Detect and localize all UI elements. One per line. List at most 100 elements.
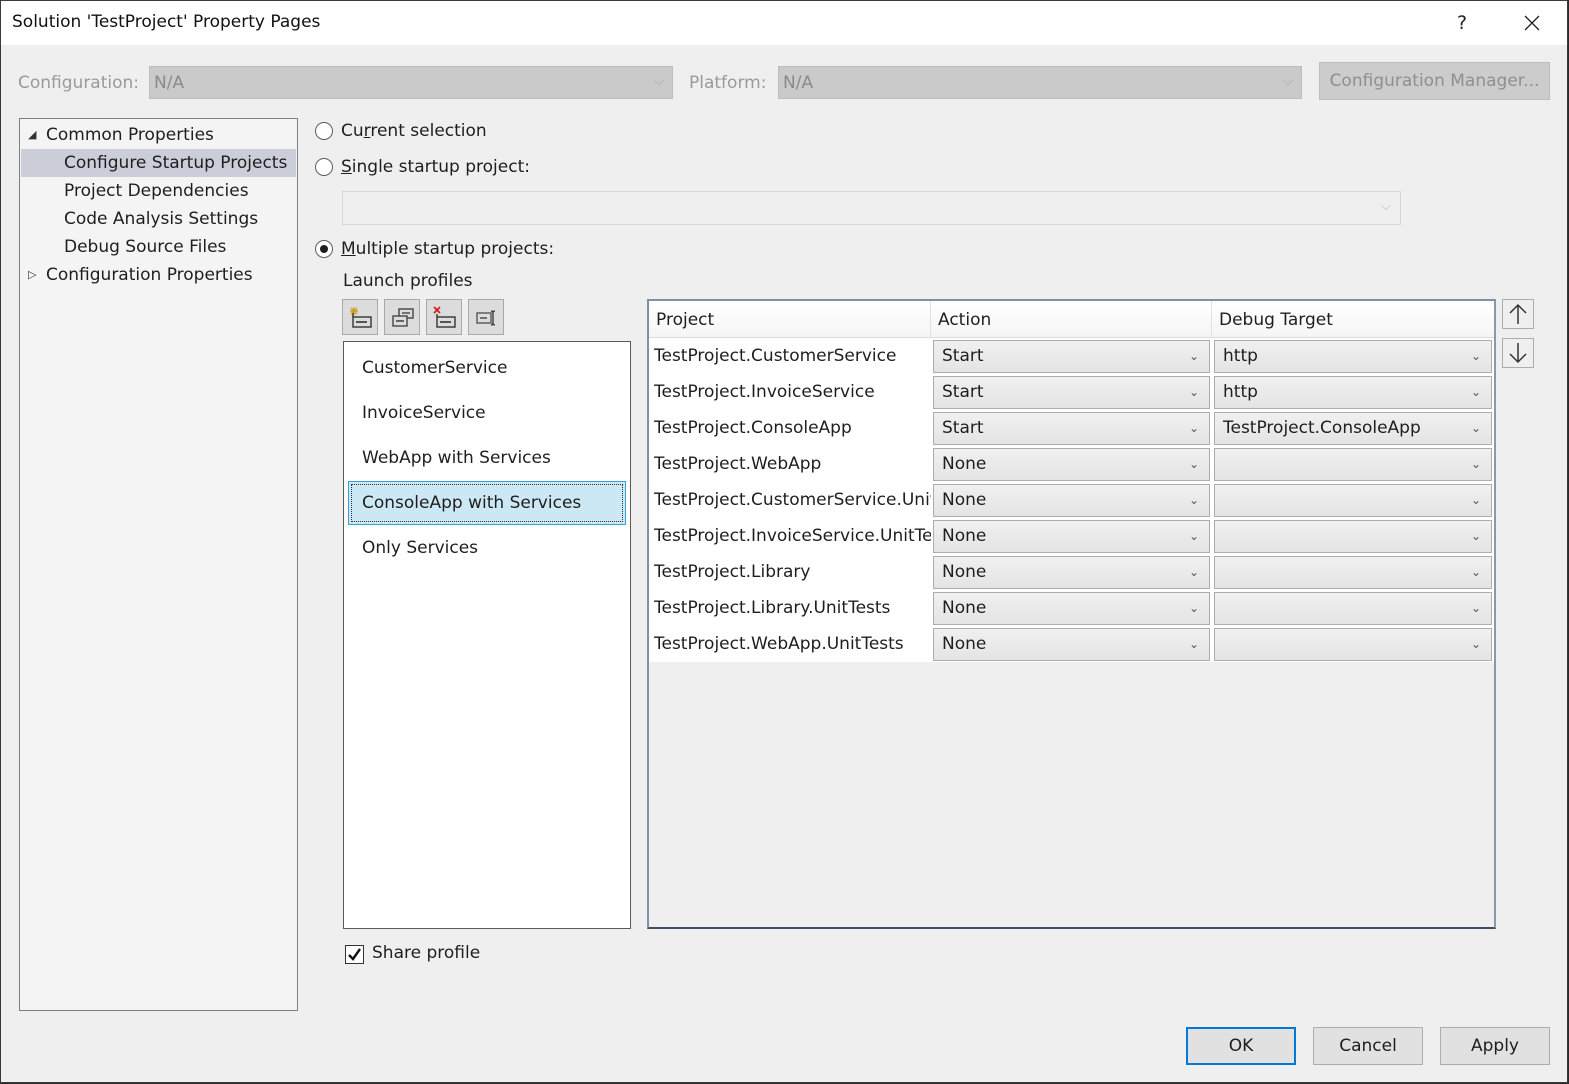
title-bar: Solution 'TestProject' Property Pages ? — [1, 1, 1567, 45]
chevron-down-icon: ⌄ — [1188, 457, 1199, 471]
project-cell: TestProject.CustomerService — [649, 338, 931, 374]
action-select[interactable]: None ⌄ — [933, 448, 1210, 481]
chevron-down-icon: ⌵ — [1283, 74, 1293, 89]
action-value: None — [942, 598, 987, 618]
project-cell: TestProject.ConsoleApp — [649, 410, 931, 446]
action-select[interactable]: None ⌄ — [933, 484, 1210, 517]
configuration-value: N/A — [154, 73, 185, 93]
tree-item-label: Configure Startup Projects — [64, 153, 288, 173]
action-select[interactable]: Start ⌄ — [933, 340, 1210, 373]
help-button[interactable]: ? — [1439, 1, 1485, 45]
current-selection-label[interactable]: Current selection — [341, 121, 487, 141]
tree-item-label: Code Analysis Settings — [64, 209, 259, 229]
close-button[interactable] — [1509, 1, 1555, 45]
launch-profiles-list[interactable]: CustomerService InvoiceService WebApp wi… — [343, 341, 631, 929]
close-icon — [1524, 15, 1540, 31]
action-value: None — [942, 526, 987, 546]
tree-item-label: Debug Source Files — [64, 237, 227, 257]
chevron-down-icon: ⌄ — [1470, 421, 1481, 435]
multiple-startup-radio[interactable] — [315, 240, 333, 258]
tree-item-configure-startup-projects[interactable]: Configure Startup Projects — [21, 149, 296, 177]
project-cell: TestProject.Library — [649, 554, 931, 590]
window-title: Solution 'TestProject' Property Pages — [12, 12, 321, 32]
debug-target-select[interactable]: ⌄ — [1214, 592, 1492, 625]
action-select[interactable]: None ⌄ — [933, 592, 1210, 625]
profile-item-selected[interactable]: ConsoleApp with Services — [348, 481, 626, 525]
single-startup-radio[interactable] — [315, 158, 333, 176]
debug-target-select[interactable]: ⌄ — [1214, 628, 1492, 661]
tree-item-label: Configuration Properties — [46, 265, 253, 285]
chevron-down-icon: ⌄ — [1188, 493, 1199, 507]
column-header-debug-target[interactable]: Debug Target — [1212, 301, 1494, 338]
column-header-project[interactable]: Project — [649, 301, 931, 338]
project-cell: TestProject.InvoiceService.UnitTests — [649, 518, 931, 554]
move-down-button[interactable] — [1502, 338, 1534, 368]
single-startup-project-select[interactable]: ⌵ — [342, 191, 1401, 225]
action-select[interactable]: None ⌄ — [933, 628, 1210, 661]
debug-target-select[interactable]: http ⌄ — [1214, 376, 1492, 409]
configuration-select[interactable]: N/A ⌵ — [149, 66, 673, 99]
multiple-startup-label[interactable]: Multiple startup projects: — [341, 239, 554, 259]
configuration-manager-button[interactable]: Configuration Manager... — [1319, 62, 1550, 100]
configuration-label: Configuration: — [18, 73, 140, 93]
platform-select[interactable]: N/A ⌵ — [778, 66, 1302, 99]
action-value: None — [942, 454, 987, 474]
share-profile-checkbox[interactable] — [345, 945, 364, 964]
share-profile-label[interactable]: Share profile — [372, 943, 480, 963]
table-row: TestProject.CustomerService Start ⌄ http ⌄ — [649, 338, 1494, 374]
tree-item-code-analysis-settings[interactable]: Code Analysis Settings — [21, 205, 296, 233]
debug-target-value: http — [1223, 346, 1258, 366]
checkmark-icon — [348, 948, 361, 961]
copy-profile-icon — [392, 308, 414, 327]
action-select[interactable]: None ⌄ — [933, 556, 1210, 589]
rename-profile-button[interactable] — [468, 299, 504, 335]
action-select[interactable]: None ⌄ — [933, 520, 1210, 553]
current-selection-radio[interactable] — [315, 122, 333, 140]
project-cell: TestProject.Library.UnitTests — [649, 590, 931, 626]
apply-button[interactable]: Apply — [1440, 1027, 1550, 1065]
single-startup-label[interactable]: Single startup project: — [341, 157, 530, 177]
debug-target-value: http — [1223, 382, 1258, 402]
launch-profiles-label: Launch profiles — [343, 271, 473, 291]
cancel-button[interactable]: Cancel — [1313, 1027, 1423, 1065]
chevron-down-icon: ⌄ — [1188, 385, 1199, 399]
collapsed-triangle-icon[interactable]: ▷ — [28, 261, 36, 289]
action-select[interactable]: Start ⌄ — [933, 376, 1210, 409]
profile-item[interactable]: WebApp with Services — [348, 436, 626, 480]
new-profile-button[interactable] — [342, 299, 378, 335]
tree-item-project-dependencies[interactable]: Project Dependencies — [21, 177, 296, 205]
chevron-down-icon: ⌄ — [1188, 637, 1199, 651]
copy-profile-button[interactable] — [384, 299, 420, 335]
debug-target-select[interactable]: http ⌄ — [1214, 340, 1492, 373]
debug-target-select[interactable]: ⌄ — [1214, 556, 1492, 589]
project-cell: TestProject.WebApp.UnitTests — [649, 626, 931, 662]
profile-item[interactable]: InvoiceService — [348, 391, 626, 435]
tree-item-configuration-properties[interactable]: ▷ Configuration Properties — [21, 261, 296, 289]
chevron-down-icon: ⌄ — [1470, 637, 1481, 651]
tree-item-common-properties[interactable]: ◢ Common Properties — [21, 121, 296, 149]
debug-target-select[interactable]: ⌄ — [1214, 520, 1492, 553]
action-value: Start — [942, 346, 984, 366]
profile-item[interactable]: CustomerService — [348, 346, 626, 390]
property-tree: ◢ Common Properties Configure Startup Pr… — [19, 118, 298, 1011]
arrow-down-icon — [1509, 343, 1527, 364]
help-icon: ? — [1456, 12, 1468, 34]
chevron-down-icon: ⌵ — [654, 74, 664, 89]
debug-target-select[interactable]: TestProject.ConsoleApp ⌄ — [1214, 412, 1492, 445]
profile-item[interactable]: Only Services — [348, 526, 626, 570]
ok-button[interactable]: OK — [1186, 1027, 1296, 1065]
column-header-action[interactable]: Action — [931, 301, 1212, 338]
chevron-down-icon: ⌄ — [1470, 529, 1481, 543]
chevron-down-icon: ⌄ — [1188, 565, 1199, 579]
chevron-down-icon: ⌄ — [1470, 601, 1481, 615]
expanded-triangle-icon[interactable]: ◢ — [28, 121, 36, 149]
move-up-button[interactable] — [1502, 299, 1534, 329]
rename-profile-icon — [476, 310, 496, 326]
debug-target-select[interactable]: ⌄ — [1214, 448, 1492, 481]
action-select[interactable]: Start ⌄ — [933, 412, 1210, 445]
new-profile-icon — [350, 307, 372, 328]
delete-profile-icon — [433, 306, 456, 328]
tree-item-debug-source-files[interactable]: Debug Source Files — [21, 233, 296, 261]
debug-target-select[interactable]: ⌄ — [1214, 484, 1492, 517]
delete-profile-button[interactable] — [426, 299, 462, 335]
